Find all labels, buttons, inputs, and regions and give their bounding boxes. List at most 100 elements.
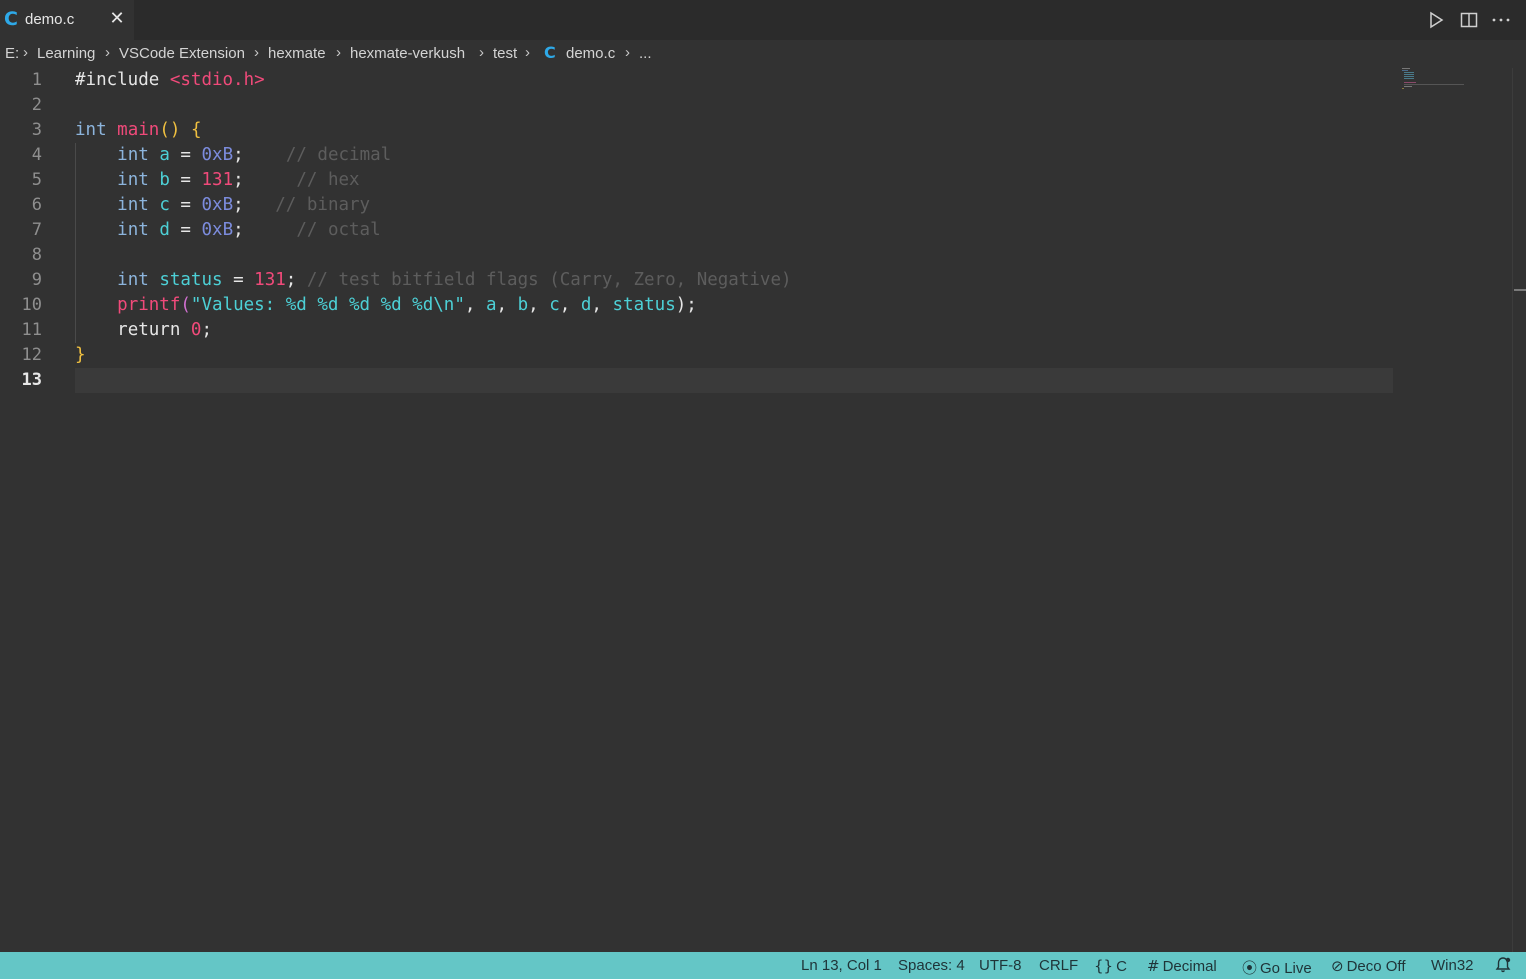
status-indentation[interactable]: Spaces: 4 [898,957,965,974]
status-eol[interactable]: CRLF [1039,957,1078,974]
status-encoding[interactable]: UTF-8 [979,957,1022,974]
directive: #include [75,70,160,90]
status-go-live[interactable]: ⦿ Go Live [1242,957,1312,978]
chevron-right-icon: › [525,44,530,61]
keyword-return: return [117,320,181,340]
status-language[interactable]: {} C [1094,957,1127,975]
string-literal: "Values: %d %d %d %d %d\n" [190,295,465,315]
chevron-right-icon: › [105,44,110,61]
keyword: int [117,195,149,215]
breadcrumb-hexmate-verkush[interactable]: hexmate-verkush [350,45,465,62]
minimap[interactable] [1400,68,1470,98]
line-number: 6 [31,195,42,215]
current-line-highlight [75,368,1393,393]
line-number: 10 [21,295,42,315]
line-number: 12 [21,345,42,365]
function-name: main [117,120,160,140]
chevron-right-icon: › [23,44,28,61]
operator: = [233,270,244,290]
run-icon[interactable] [1425,9,1447,31]
c-language-icon: C [544,43,556,62]
hex-literal: 0xB [201,220,234,240]
breadcrumb-vscode-extension[interactable]: VSCode Extension [119,45,245,62]
split-editor-icon[interactable] [1458,9,1480,31]
status-language-label: C [1116,958,1127,975]
breadcrumb-hexmate[interactable]: hexmate [268,45,326,62]
variable: status [159,270,223,290]
decimal-literal: 131 [201,170,234,190]
status-bar: Ln 13, Col 1 Spaces: 4 UTF-8 CRLF {} C # D… [0,952,1526,979]
broadcast-icon: ⦿ [1242,959,1258,977]
line-number: 11 [21,320,42,340]
comma: , [559,295,571,315]
semicolon: ; [233,145,244,165]
variable: b [159,170,170,190]
vertical-scrollbar[interactable] [1512,68,1526,952]
line-number: 2 [31,95,42,115]
decimal-literal: 131 [254,270,286,290]
code-line-12: } [75,343,86,368]
decimal-literal: 0 [190,320,202,340]
code-line-6: int c = 0xB; // binary [75,193,370,218]
comment: // octal [296,220,381,240]
argument: a [485,295,497,315]
status-deco-label: Deco Off [1346,958,1406,975]
code-line-10: printf("Values: %d %d %d %d %d\n", a, b,… [75,293,697,318]
line-number: 7 [31,220,42,240]
tab-label: demo.c [25,11,75,28]
line-number: 9 [31,270,42,290]
close-brace: } [75,345,86,365]
close-icon[interactable]: ✕ [108,8,126,28]
argument: status [612,295,676,315]
hex-literal: 0xB [201,145,234,165]
breadcrumb-symbols[interactable]: ... [639,45,652,62]
notification-bell-icon[interactable] [1494,956,1512,978]
breadcrumb-test[interactable]: test [493,45,517,62]
hash-icon: # [1147,957,1160,975]
line-number: 5 [31,170,42,190]
line-number-gutter: 1 2 3 4 5 6 7 8 9 10 11 12 13 [0,68,75,952]
function-call: printf [117,295,181,315]
operator: = [180,220,191,240]
status-platform[interactable]: Win32 [1431,957,1474,974]
comma: , [464,295,476,315]
breadcrumb: E: › Learning › VSCode Extension › hexma… [0,40,1526,68]
keyword: int [117,145,149,165]
comment: // hex [296,170,360,190]
more-actions-icon[interactable] [1490,9,1512,31]
parens: () [159,120,181,140]
status-number-format[interactable]: # Decimal [1147,957,1217,975]
chevron-right-icon: › [254,44,259,61]
vscode-window: C demo.c ✕ E: › Learning › VSCode Extens… [0,0,1526,979]
status-number-format-label: Decimal [1162,958,1217,975]
line-number: 1 [31,70,42,90]
code-line-3: int main() { [75,118,201,143]
keyword: int [117,270,149,290]
comma: , [591,295,602,315]
breadcrumb-file[interactable]: demo.c [566,45,615,62]
semicolon: ; [233,220,244,240]
keyword: int [75,120,107,140]
tab-bar: C demo.c ✕ [0,0,1526,40]
paren-close: ); [675,295,697,315]
chevron-right-icon: › [336,44,341,61]
argument: d [580,295,592,315]
breadcrumb-learning[interactable]: Learning [37,45,95,62]
c-language-icon: C [4,8,18,30]
tab-demo-c[interactable]: C demo.c ✕ [0,0,134,40]
comment: // decimal [285,145,392,165]
braces-icon: {} [1094,957,1114,975]
semicolon: ; [233,195,244,215]
variable: d [159,220,170,240]
status-deco[interactable]: ⊘ Deco Off [1331,957,1406,975]
comment: // binary [275,195,371,215]
comment: // test bitfield flags (Carry, Zero, Neg… [306,270,792,290]
line-number: 8 [31,245,42,265]
scrollbar-cursor-marker [1514,289,1526,291]
eye-off-icon: ⊘ [1331,957,1344,975]
breadcrumb-drive[interactable]: E: [5,45,19,62]
line-number: 3 [31,120,42,140]
code-line-1: #include <stdio.h> [75,68,265,93]
status-cursor-position[interactable]: Ln 13, Col 1 [801,957,882,974]
code-line-5: int b = 131; // hex [75,168,360,193]
